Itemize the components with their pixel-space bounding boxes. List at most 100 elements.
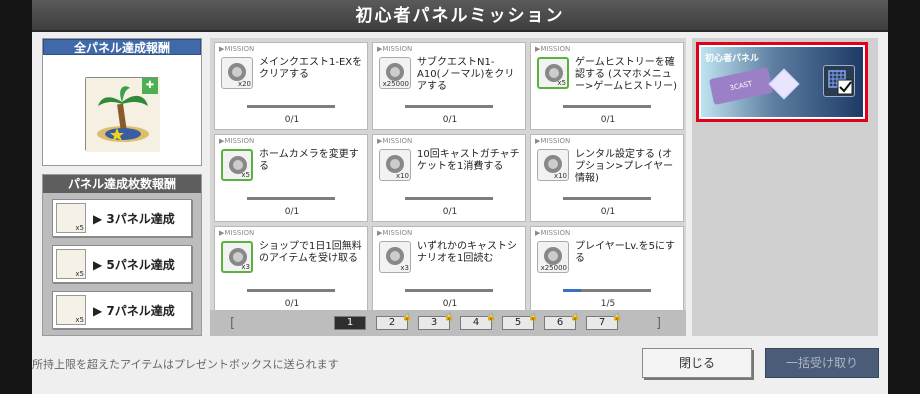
mission-description: 10回キャストガチャチケットを1消費する xyxy=(417,149,520,172)
mission-cell[interactable]: ▶MISSION x5 ゲームヒストリーを確認する (スマホメニュー>ゲームヒス… xyxy=(530,42,684,130)
full-reward-panel: 全パネル達成報酬 ✚ xyxy=(42,38,202,166)
mission-cell[interactable]: ▶MISSION x10 10回キャストガチャチケットを1消費する 0/1 xyxy=(372,134,526,222)
mission-progress-bar xyxy=(405,289,493,292)
lock-icon: 🔒 xyxy=(486,312,496,321)
mission-reward-icon: x20 xyxy=(221,57,253,89)
count-reward-label: ▶ 3パネル達成 xyxy=(93,212,175,226)
mission-description: ホームカメラを変更する xyxy=(259,149,359,172)
count-reward-item[interactable]: x5 ▶ 7パネル達成 xyxy=(52,291,192,329)
reward-ticket-icon: x5 xyxy=(56,203,86,233)
mission-reward-icon: x5 xyxy=(221,149,253,181)
full-reward-header: 全パネル達成報酬 xyxy=(43,39,201,55)
mission-progress-text: 1/5 xyxy=(600,299,616,309)
lock-icon: 🔒 xyxy=(402,312,412,321)
mission-grid: ▶MISSION x20 メインクエスト1-EXをクリアする 0/1 ▶MISS… xyxy=(210,38,686,336)
reward-quantity: x25000 xyxy=(540,264,567,272)
mission-progress-bar xyxy=(563,197,651,200)
mission-description: ショップで1日1回無料のアイテムを受け取る xyxy=(259,241,362,264)
mission-cell[interactable]: ▶MISSION x10 レンタル設定する (オプション>プレイヤー情報) 0/… xyxy=(530,134,684,222)
count-reward-header: パネル達成枚数報酬 xyxy=(43,175,201,193)
footer-message: 所持上限を超えたアイテムはプレゼントボックスに送られます xyxy=(32,358,339,371)
mission-tag: ▶MISSION xyxy=(377,137,413,145)
mission-tag: ▶MISSION xyxy=(377,229,413,237)
mission-progress-bar xyxy=(247,105,335,108)
gift-icon: ✚ xyxy=(142,78,158,94)
mission-progress-text: 0/1 xyxy=(442,299,458,309)
mission-description: サブクエストN1-A10(ノーマル)をクリアする xyxy=(417,57,515,92)
gem-icon xyxy=(768,68,800,100)
reward-quantity: x3 xyxy=(241,263,250,271)
reward-quantity: x10 xyxy=(553,172,567,180)
mission-tag: ▶MISSION xyxy=(535,229,571,237)
mission-description: ゲームヒストリーを確認する (スマホメニュー>ゲームヒストリー) xyxy=(575,57,677,92)
mission-progress-text: 0/1 xyxy=(600,207,616,217)
selected-panel-title: 初心者パネル xyxy=(705,54,760,64)
mission-progress-bar xyxy=(563,289,651,292)
lock-icon: 🔒 xyxy=(528,312,538,321)
mission-description: いずれかのキャストシナリオを1回読む xyxy=(417,241,517,264)
count-reward-label: ▶ 7パネル達成 xyxy=(93,304,175,318)
mission-cell[interactable]: ▶MISSION x25000 プレイヤーLv.を5にする 1/5 xyxy=(530,226,684,314)
mission-reward-icon: x25000 xyxy=(537,241,569,273)
cast-ticket-icon: 3CAST xyxy=(708,67,774,105)
mission-progress-text: 0/1 xyxy=(284,115,300,125)
mission-progress-bar xyxy=(563,105,651,108)
mission-cell[interactable]: ▶MISSION x25000 サブクエストN1-A10(ノーマル)をクリアする… xyxy=(372,42,526,130)
mission-reward-icon: x5 xyxy=(537,57,569,89)
count-reward-item[interactable]: x5 ▶ 5パネル達成 xyxy=(52,245,192,283)
mission-description: レンタル設定する (オプション>プレイヤー情報) xyxy=(575,149,674,184)
mission-description: プレイヤーLv.を5にする xyxy=(575,241,676,264)
mission-progress-text: 0/1 xyxy=(442,207,458,217)
mission-tag: ▶MISSION xyxy=(219,137,255,145)
lock-icon: 🔒 xyxy=(444,312,454,321)
reward-quantity: x10 xyxy=(395,172,409,180)
mission-cell[interactable]: ▶MISSION x3 いずれかのキャストシナリオを1回読む 0/1 xyxy=(372,226,526,314)
reward-quantity: x5 xyxy=(241,171,250,179)
reward-quantity: x20 xyxy=(237,80,251,88)
close-button[interactable]: 閉じる xyxy=(642,348,752,378)
mission-progress-text: 0/1 xyxy=(442,115,458,125)
reward-ticket-icon: x5 xyxy=(56,295,86,325)
panel-pager: [ ] 1 2 🔒 3 🔒 4 🔒 5 🔒 6 🔒 7 🔒 xyxy=(210,310,686,336)
mission-progress-bar xyxy=(405,197,493,200)
reward-ticket-icon: x5 xyxy=(56,249,86,279)
mission-reward-icon: x10 xyxy=(379,149,411,181)
mission-cell[interactable]: ▶MISSION x5 ホームカメラを変更する 0/1 xyxy=(214,134,368,222)
lock-icon: 🔒 xyxy=(570,312,580,321)
mission-progress-bar xyxy=(405,105,493,108)
mission-progress-text: 0/1 xyxy=(284,299,300,309)
reward-quantity: x25000 xyxy=(382,80,409,88)
mission-progress-bar xyxy=(247,197,335,200)
mission-cell[interactable]: ▶MISSION x20 メインクエスト1-EXをクリアする 0/1 xyxy=(214,42,368,130)
count-reward-panel: パネル達成枚数報酬 x5 ▶ 3パネル達成 x5 ▶ 5パネル達成 x5 ▶ 7… xyxy=(42,174,202,336)
mission-tag: ▶MISSION xyxy=(377,45,413,53)
mission-progress-text: 0/1 xyxy=(284,207,300,217)
game-window: 初心者パネルミッション 全パネル達成報酬 ✚ パネル達成枚数報酬 x5 ▶ 3パ… xyxy=(0,0,920,394)
panel-check-icon xyxy=(823,65,855,97)
page-button-1[interactable]: 1 xyxy=(334,316,366,330)
mission-dialog: 初心者パネルミッション 全パネル達成報酬 ✚ パネル達成枚数報酬 x5 ▶ 3パ… xyxy=(32,0,888,394)
count-reward-label: ▶ 5パネル達成 xyxy=(93,258,175,272)
mission-tag: ▶MISSION xyxy=(219,45,255,53)
panel-thumbnail: 初心者パネル 3CAST xyxy=(701,47,863,117)
claim-all-button[interactable]: 一括受け取り xyxy=(765,348,879,378)
count-reward-item[interactable]: x5 ▶ 3パネル達成 xyxy=(52,199,192,237)
palm-tree-emblem-icon[interactable]: ✚ xyxy=(85,77,160,152)
dialog-title: 初心者パネルミッション xyxy=(32,0,888,32)
mission-tag: ▶MISSION xyxy=(535,45,571,53)
selected-panel-card[interactable]: 初心者パネル 3CAST xyxy=(696,42,868,122)
mission-reward-icon: x3 xyxy=(379,241,411,273)
lock-icon: 🔒 xyxy=(612,312,622,321)
panel-list: 初心者パネル 3CAST xyxy=(692,38,878,336)
mission-progress-text: 0/1 xyxy=(600,115,616,125)
mission-cell[interactable]: ▶MISSION x3 ショップで1日1回無料のアイテムを受け取る 0/1 xyxy=(214,226,368,314)
mission-progress-bar xyxy=(247,289,335,292)
mission-tag: ▶MISSION xyxy=(219,229,255,237)
mission-description: メインクエスト1-EXをクリアする xyxy=(259,57,363,80)
reward-quantity: x3 xyxy=(400,264,409,272)
mission-reward-icon: x25000 xyxy=(379,57,411,89)
mission-tag: ▶MISSION xyxy=(535,137,571,145)
reward-quantity: x5 xyxy=(557,79,566,87)
mission-reward-icon: x3 xyxy=(221,241,253,273)
mission-reward-icon: x10 xyxy=(537,149,569,181)
